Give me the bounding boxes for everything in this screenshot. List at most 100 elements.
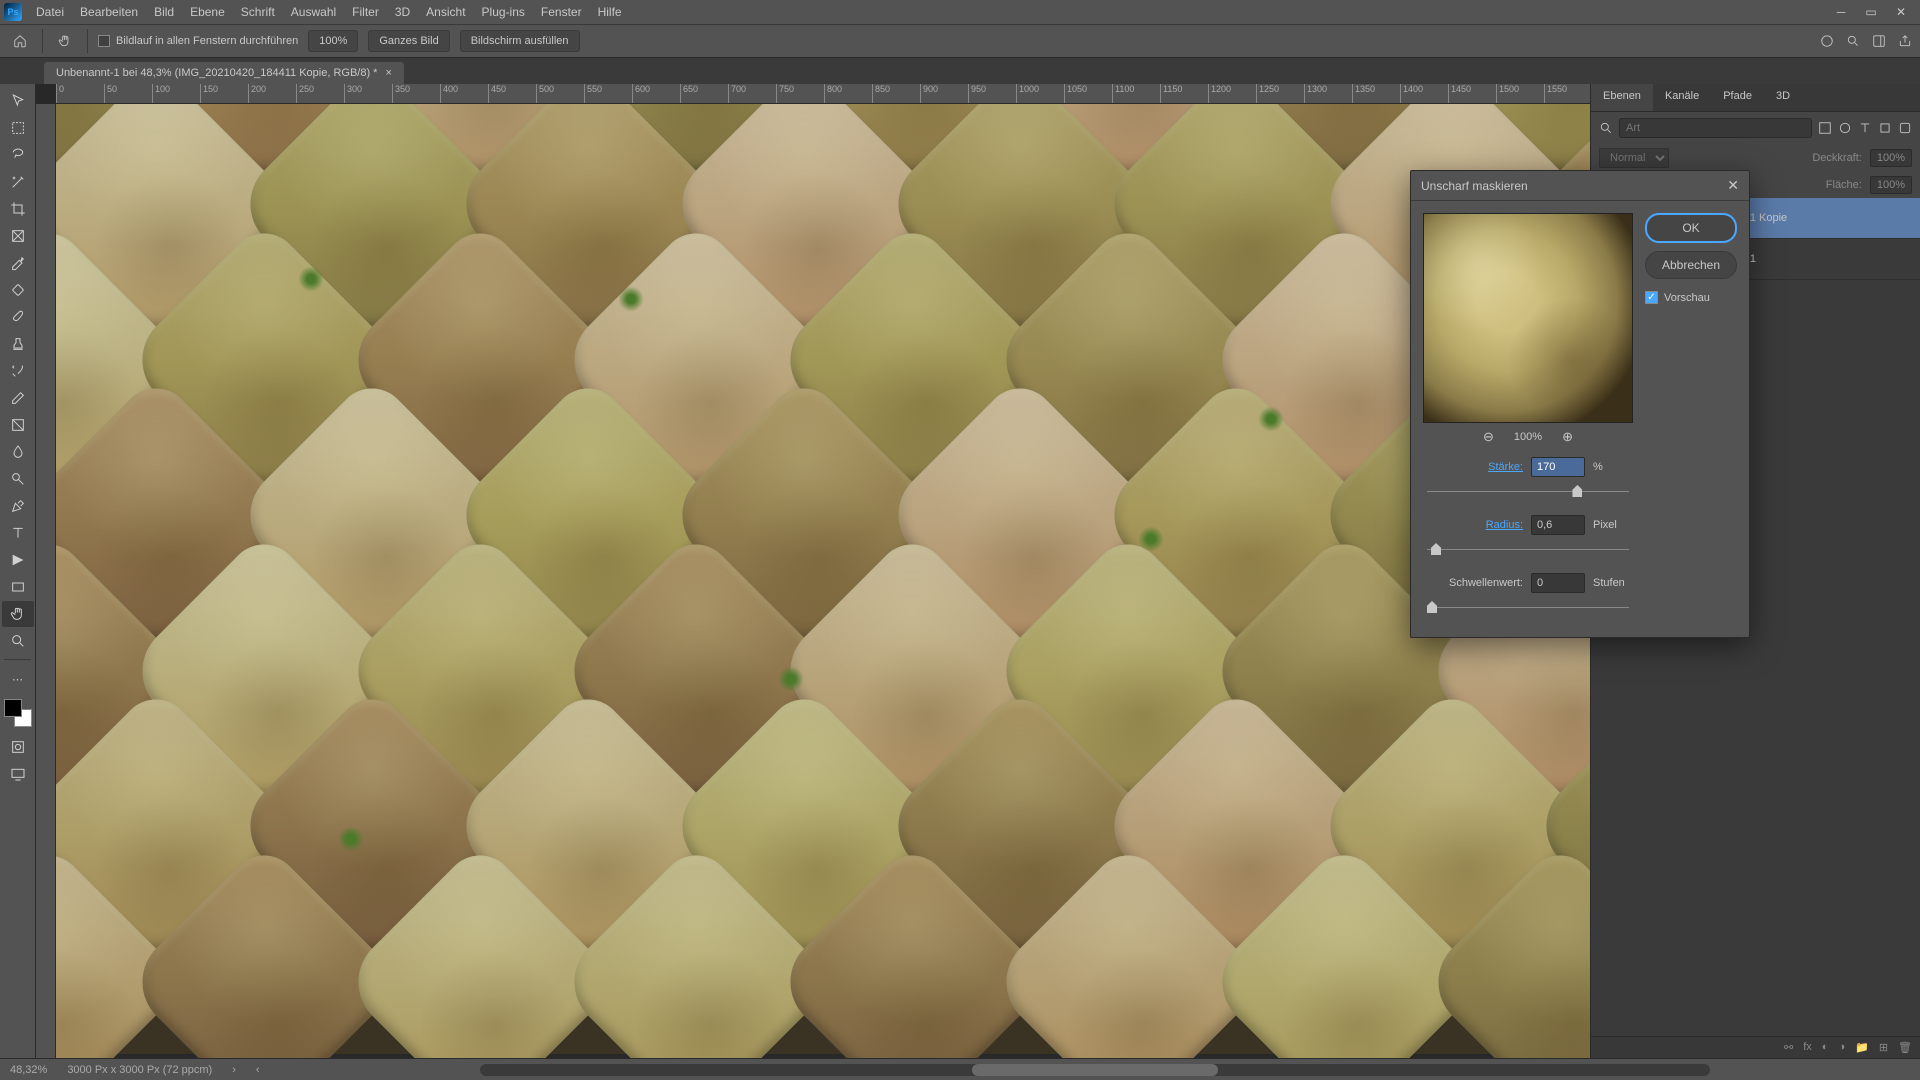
window-restore-button[interactable]: ▭ [1856,2,1886,22]
healing-tool[interactable] [2,277,34,303]
tab-layers[interactable]: Ebenen [1591,84,1653,111]
delete-layer-icon[interactable]: 🗑 [1898,1041,1912,1054]
zoom-level[interactable]: 48,32% [10,1064,47,1076]
chevron-right-icon[interactable]: › [232,1064,236,1076]
eraser-tool[interactable] [2,385,34,411]
layer-filter-input[interactable] [1619,118,1812,138]
amount-input[interactable] [1531,457,1585,477]
move-tool[interactable] [2,88,34,114]
filter-adjust-icon[interactable] [1838,121,1852,135]
brush-tool[interactable] [2,304,34,330]
tab-paths[interactable]: Pfade [1711,84,1764,111]
menu-edit[interactable]: Bearbeiten [72,1,146,23]
document-image [56,104,1506,1054]
layer-fx-icon[interactable]: fx [1803,1041,1812,1054]
ruler-vertical[interactable] [36,104,56,1058]
adjustment-layer-icon[interactable]: ◑ [1838,1041,1845,1054]
cloud-icon[interactable] [1820,34,1834,48]
blend-mode-select[interactable]: Normal [1599,148,1669,168]
radius-input[interactable] [1531,515,1585,535]
ruler-horizontal[interactable]: 0501001502002503003504004505005506006507… [56,84,1590,104]
eyedropper-tool[interactable] [2,250,34,276]
history-brush-tool[interactable] [2,358,34,384]
horizontal-scrollbar[interactable] [480,1064,1710,1076]
preview-checkbox[interactable]: ✓ Vorschau [1645,291,1737,304]
frame-tool[interactable] [2,223,34,249]
crop-tool[interactable] [2,196,34,222]
canvas[interactable] [56,104,1590,1058]
menu-image[interactable]: Bild [146,1,182,23]
filter-shape-icon[interactable] [1878,121,1892,135]
color-swatch[interactable] [4,699,32,727]
path-tool[interactable] [2,547,34,573]
scroll-all-windows-checkbox[interactable]: Bildlauf in allen Fenstern durchführen [98,35,298,47]
screenmode-icon[interactable] [2,761,34,787]
search-icon[interactable] [1846,34,1860,48]
layer-mask-icon[interactable]: ◐ [1822,1041,1829,1054]
zoom-tool[interactable] [2,628,34,654]
menu-help[interactable]: Hilfe [590,1,630,23]
menu-3d[interactable]: 3D [387,1,418,23]
menu-window[interactable]: Fenster [533,1,590,23]
zoom-in-icon[interactable]: ⊕ [1562,429,1573,445]
hand-tool-icon[interactable] [53,29,77,53]
menu-select[interactable]: Auswahl [283,1,344,23]
window-close-button[interactable]: ✕ [1886,2,1916,22]
menu-filter[interactable]: Filter [344,1,387,23]
document-tab[interactable]: Unbenannt-1 bei 48,3% (IMG_20210420_1844… [44,62,404,84]
radius-slider[interactable] [1427,541,1629,559]
new-layer-icon[interactable]: ⊞ [1879,1041,1888,1054]
menu-plugins[interactable]: Plug-ins [474,1,533,23]
menu-file[interactable]: Datei [28,1,72,23]
close-icon[interactable]: ✕ [1727,177,1739,194]
workspace-icon[interactable] [1872,34,1886,48]
menu-type[interactable]: Schrift [233,1,283,23]
options-bar: Bildlauf in allen Fenstern durchführen 1… [0,24,1920,58]
window-minimize-button[interactable]: ─ [1826,2,1856,22]
cancel-button[interactable]: Abbrechen [1645,251,1737,279]
preview-label: Vorschau [1664,292,1710,304]
edit-toolbar-icon[interactable]: ⋯ [2,666,34,692]
zoom-out-icon[interactable]: ⊖ [1483,429,1494,445]
close-tab-icon[interactable]: × [385,67,391,79]
marquee-tool[interactable] [2,115,34,141]
stamp-tool[interactable] [2,331,34,357]
dodge-tool[interactable] [2,466,34,492]
wand-tool[interactable] [2,169,34,195]
amount-label[interactable]: Stärke: [1423,461,1523,473]
tab-channels[interactable]: Kanäle [1653,84,1711,111]
fill-value[interactable]: 100% [1870,176,1912,194]
threshold-slider[interactable] [1427,599,1629,617]
lasso-tool[interactable] [2,142,34,168]
filter-smart-icon[interactable] [1898,121,1912,135]
quickmask-icon[interactable] [2,734,34,760]
tab-3d[interactable]: 3D [1764,84,1802,111]
blur-tool[interactable] [2,439,34,465]
threshold-label: Schwellenwert: [1423,577,1523,589]
home-icon[interactable] [8,29,32,53]
threshold-input[interactable] [1531,573,1585,593]
radius-label[interactable]: Radius: [1423,519,1523,531]
amount-unit: % [1593,461,1603,473]
share-icon[interactable] [1898,34,1912,48]
chevron-left-icon[interactable]: ‹ [256,1064,260,1076]
zoom-100-button[interactable]: 100% [308,30,358,52]
pen-tool[interactable] [2,493,34,519]
menu-view[interactable]: Ansicht [418,1,473,23]
group-icon[interactable]: 📁 [1855,1041,1869,1054]
hand-tool[interactable] [2,601,34,627]
ok-button[interactable]: OK [1645,213,1737,243]
amount-slider[interactable] [1427,483,1629,501]
filter-image-icon[interactable] [1818,121,1832,135]
preview-image[interactable] [1423,213,1633,423]
fit-screen-button[interactable]: Ganzes Bild [368,30,449,52]
menu-layer[interactable]: Ebene [182,1,233,23]
type-tool[interactable] [2,520,34,546]
fill-screen-button[interactable]: Bildschirm ausfüllen [460,30,580,52]
filter-type-icon[interactable] [1858,121,1872,135]
doc-info[interactable]: 3000 Px x 3000 Px (72 ppcm) [67,1064,212,1076]
rectangle-tool[interactable] [2,574,34,600]
link-layers-icon[interactable]: ⚯ [1784,1041,1793,1054]
opacity-value[interactable]: 100% [1870,149,1912,167]
gradient-tool[interactable] [2,412,34,438]
